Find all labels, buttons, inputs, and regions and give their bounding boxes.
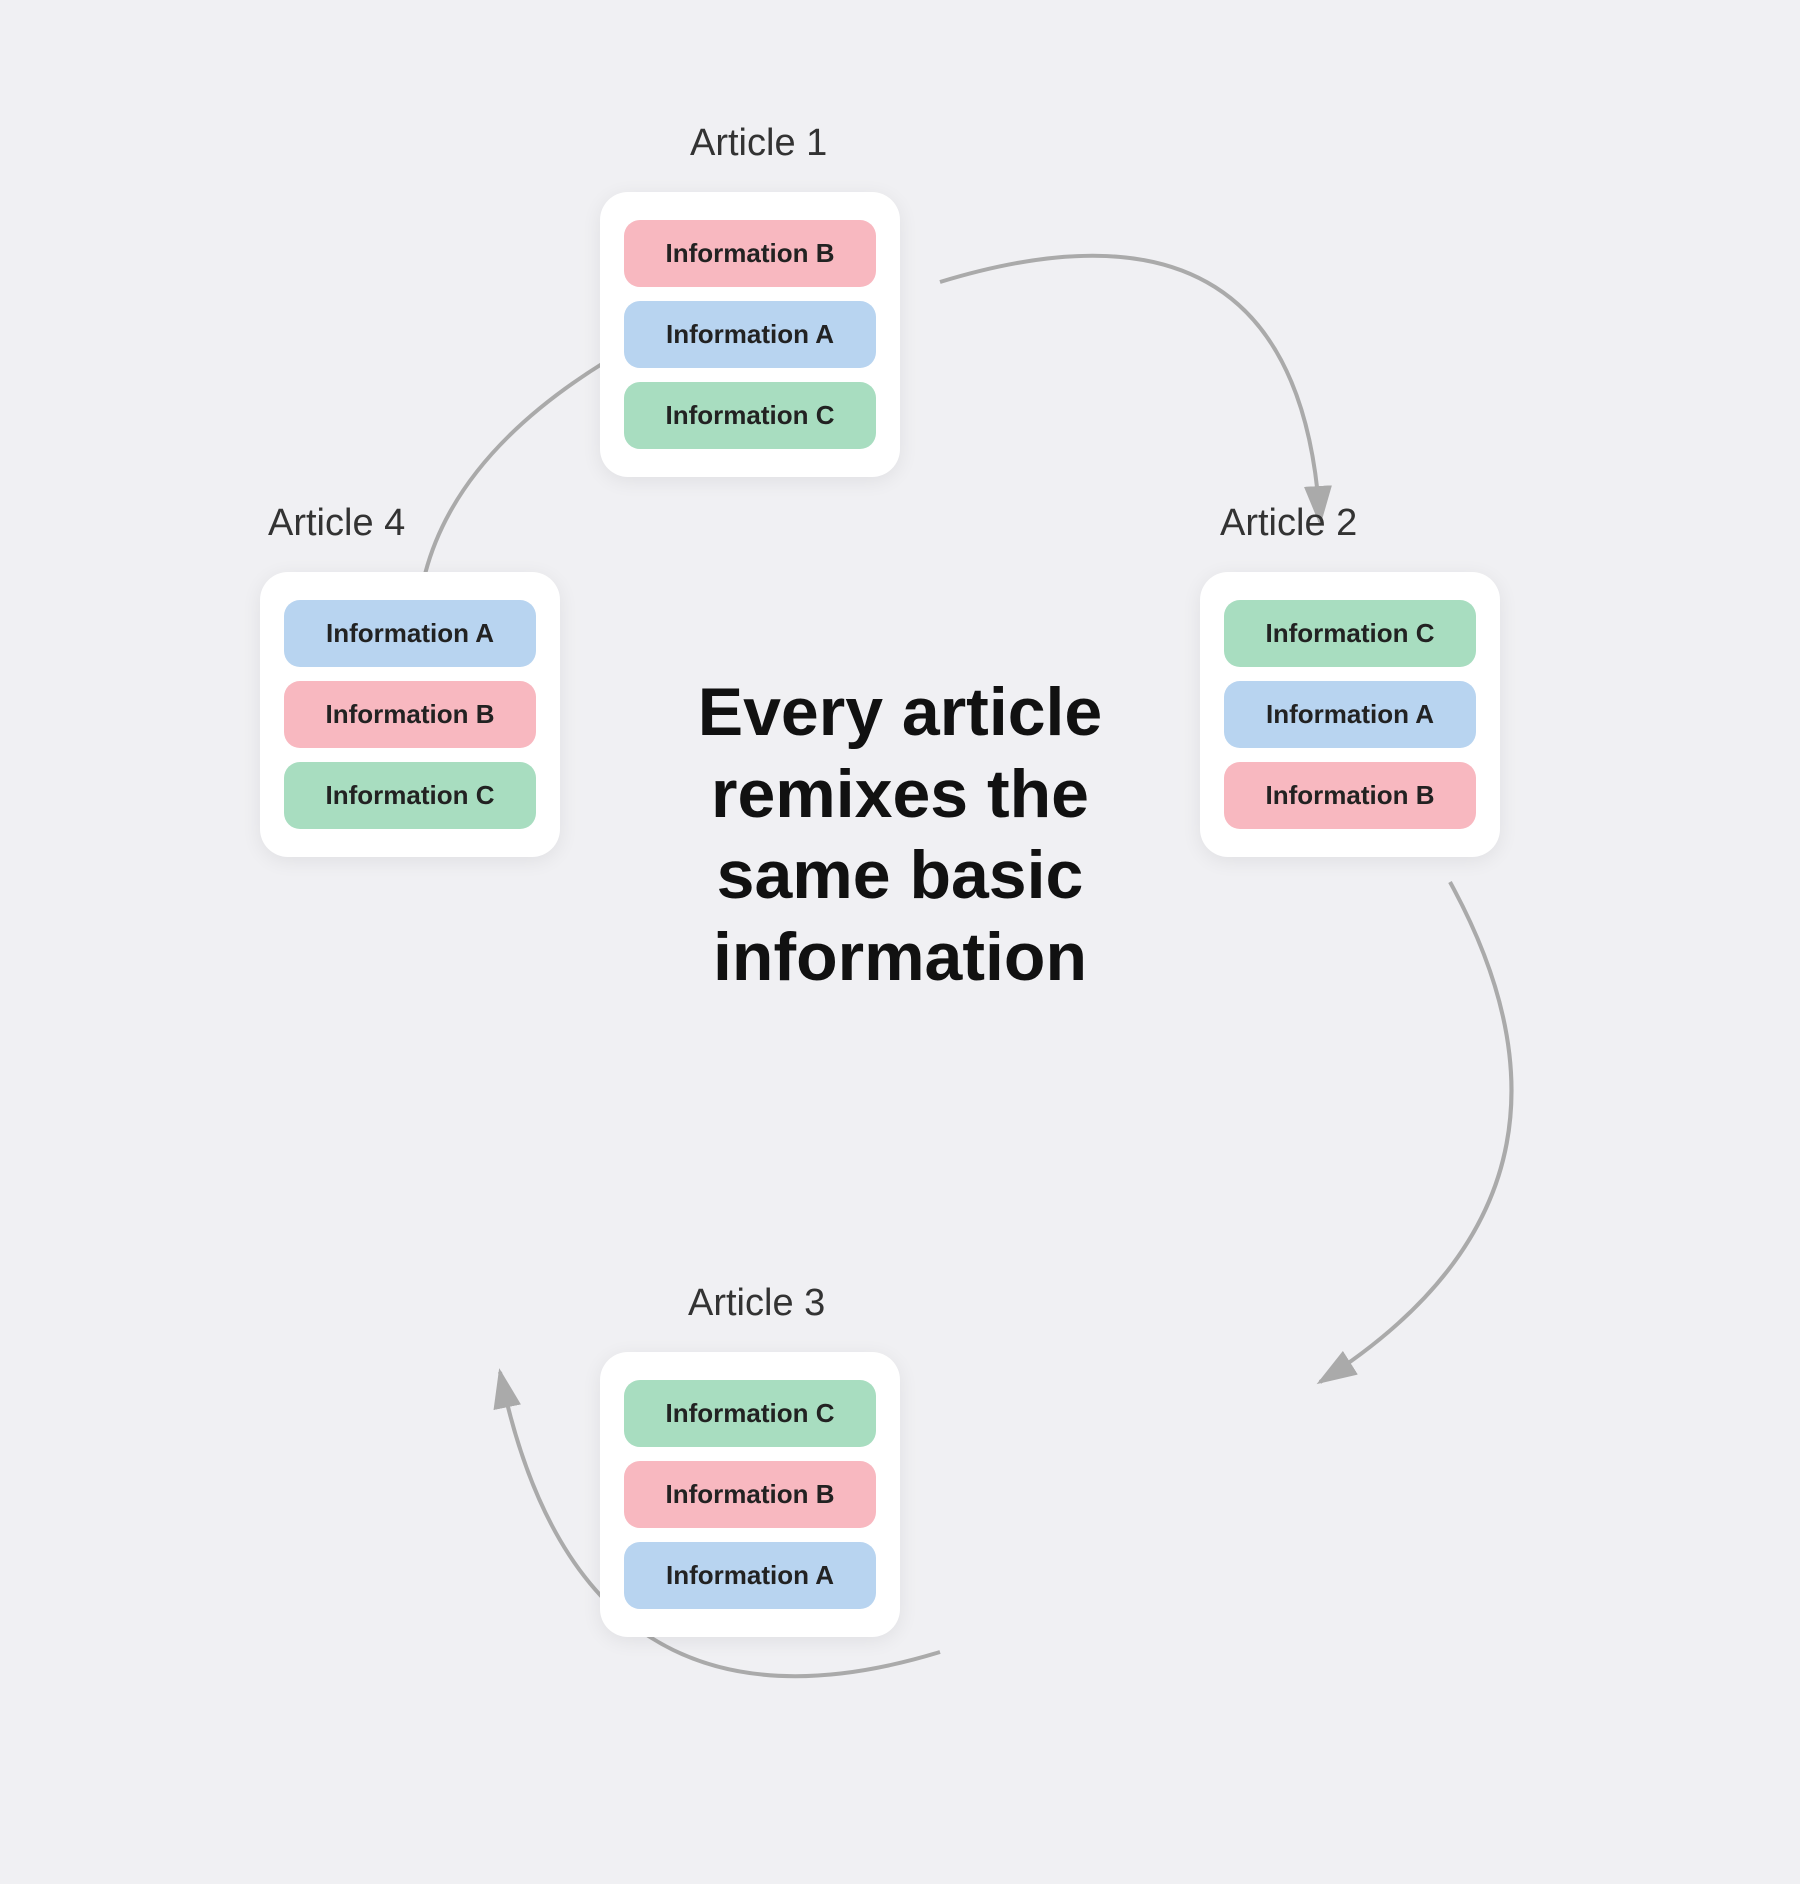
article2-label: Article 2 [1220,502,1357,545]
center-text: Every article remixes the same basic inf… [660,672,1140,998]
article4-chip-1: Information B [284,681,536,748]
article4-chip-0: Information A [284,600,536,667]
article4-chip-2: Information C [284,762,536,829]
article3-chip-1: Information B [624,1461,876,1528]
article3-chip-2: Information A [624,1542,876,1609]
diagram: Article 1 Information B Information A In… [200,92,1600,1792]
article1-box: Information B Information A Information … [600,192,900,477]
article2-chip-0: Information C [1224,600,1476,667]
article2-chip-2: Information B [1224,762,1476,829]
article4-label: Article 4 [268,502,405,545]
article3-chip-0: Information C [624,1380,876,1447]
article1-chip-2: Information C [624,382,876,449]
article1-chip-0: Information B [624,220,876,287]
article3-box: Information C Information B Information … [600,1352,900,1637]
article1-chip-1: Information A [624,301,876,368]
article3-label: Article 3 [688,1282,825,1325]
article2-chip-1: Information A [1224,681,1476,748]
article2-box: Information C Information A Information … [1200,572,1500,857]
article1-label: Article 1 [690,122,827,165]
article4-box: Information A Information B Information … [260,572,560,857]
